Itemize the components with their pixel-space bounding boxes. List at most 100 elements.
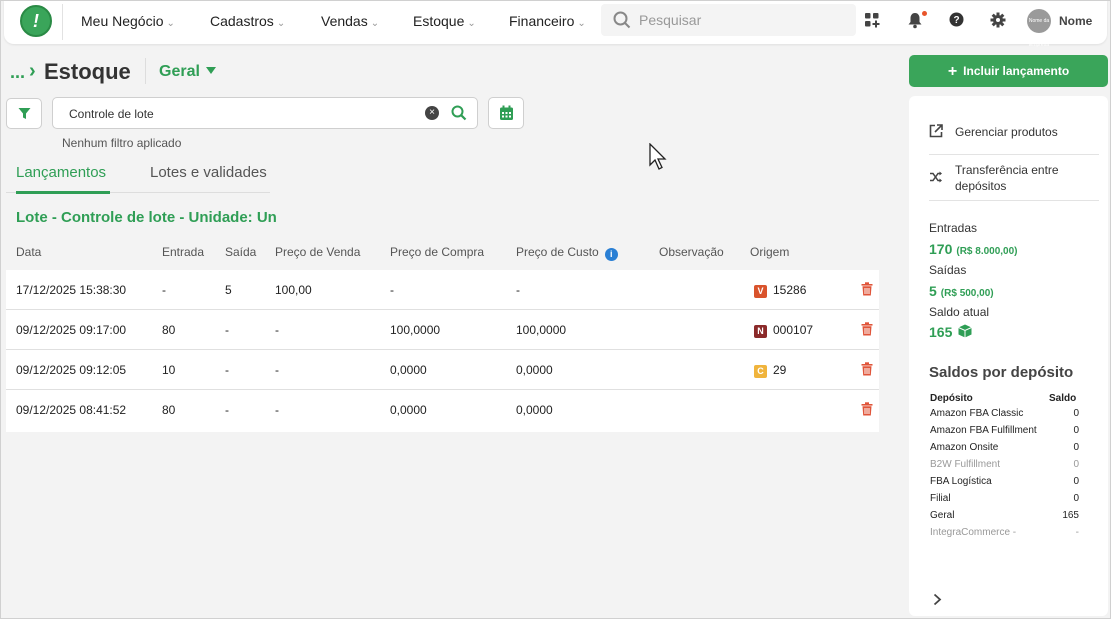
nav-item-label: Vendas xyxy=(321,13,368,29)
deposit-row: Geral 165 xyxy=(930,510,1079,521)
search-icon[interactable] xyxy=(451,105,467,121)
active-tab-indicator xyxy=(16,191,110,194)
saidas-label: Saídas xyxy=(929,263,967,277)
deposit-row: FBA Logística 0 xyxy=(930,476,1079,487)
deposit-name: Amazon FBA Classic xyxy=(930,408,1024,419)
external-link-icon xyxy=(929,124,943,138)
nav-item-estoque[interactable]: Estoque ⌄ xyxy=(413,13,476,29)
deposit-name: Geral xyxy=(930,510,955,521)
deposit-name: B2W Fulfillment xyxy=(930,459,1001,470)
calendar-icon xyxy=(500,105,513,120)
deposit-selector[interactable]: Geral xyxy=(159,63,216,81)
lancamentos-table: 17/12/2025 15:38:30 - 5 100,00 - - V 1528… xyxy=(6,270,879,432)
delete-trash-icon[interactable] xyxy=(861,282,873,296)
column-header-preco-compra: Preço de Compra xyxy=(390,245,485,259)
clear-search-icon[interactable]: × xyxy=(425,106,439,120)
panel-divider xyxy=(929,154,1099,155)
product-search-input[interactable] xyxy=(69,105,409,123)
cell-saida: - xyxy=(225,363,229,377)
chevron-down-icon: ⌄ xyxy=(166,18,175,29)
cell-preco-venda: 100,00 xyxy=(275,283,312,297)
settings-gear-icon[interactable] xyxy=(990,12,1006,28)
top-navbar: ! Meu Negócio ⌄ Cadastros ⌄ Vendas ⌄ Estoqu… xyxy=(4,0,1107,48)
entradas-value: 170 (R$ 8.000,00) xyxy=(929,241,1018,257)
deposit-saldo: 0 xyxy=(1073,459,1079,470)
cell-entrada: 80 xyxy=(162,403,176,417)
filter-funnel-icon xyxy=(18,108,31,119)
app-logo[interactable]: ! xyxy=(20,5,52,37)
nav-item-label: Estoque xyxy=(413,13,465,29)
deposit-saldo: 165 xyxy=(1062,510,1079,521)
svg-text:?: ? xyxy=(953,15,959,26)
saidas-value: 5 (R$ 500,00) xyxy=(929,283,994,299)
cell-preco-custo: 100,0000 xyxy=(516,323,567,337)
cell-saida: - xyxy=(225,323,229,337)
transferencia-depositos-label: Transferência entre depósitos xyxy=(955,163,1059,193)
tab-lancamentos[interactable]: Lançamentos xyxy=(16,164,106,181)
chevron-down-icon: ⌄ xyxy=(467,18,476,29)
cell-preco-custo: 0,0000 xyxy=(516,403,553,417)
deposit-row: Filial 0 xyxy=(930,493,1079,504)
delete-trash-icon[interactable] xyxy=(861,402,873,416)
chevron-down-icon: ⌄ xyxy=(276,18,286,29)
deposit-saldo: 0 xyxy=(1073,442,1079,453)
notifications-bell-icon[interactable] xyxy=(907,12,923,29)
cell-data: 17/12/2025 15:38:30 xyxy=(16,283,127,297)
deposit-name: FBA Logística xyxy=(930,476,992,487)
incluir-lancamento-button[interactable]: + Incluir lançamento xyxy=(909,55,1108,87)
box-cube-icon xyxy=(958,324,972,338)
user-avatar[interactable]: Nome da Empresa xyxy=(1027,9,1051,48)
table-row[interactable]: 17/12/2025 15:38:30 - 5 100,00 - - V 1528… xyxy=(6,270,879,310)
nav-item-financeiro[interactable]: Financeiro ⌄ xyxy=(509,13,586,29)
deposit-name: Amazon FBA Fulfillment xyxy=(930,425,1037,436)
origem-number[interactable]: 000107 xyxy=(773,323,813,337)
transferencia-depositos-link[interactable]: Transferência entre depósitos xyxy=(929,162,1099,194)
cell-data: 09/12/2025 09:12:05 xyxy=(16,363,127,377)
saldos-por-deposito-title: Saldos por depósito xyxy=(929,364,1074,381)
nav-divider xyxy=(62,4,63,40)
tab-lotes-validades[interactable]: Lotes e validades xyxy=(150,164,267,181)
global-search[interactable] xyxy=(601,4,856,36)
chevron-right-icon[interactable] xyxy=(933,593,942,606)
table-row[interactable]: 09/12/2025 09:17:00 80 - - 100,0000 100,… xyxy=(6,310,879,350)
gerenciar-produtos-link[interactable]: Gerenciar produtos xyxy=(929,124,1099,140)
global-search-input[interactable] xyxy=(639,10,839,30)
origem-compra-badge-icon: C xyxy=(754,365,767,378)
entradas-count: 170 xyxy=(929,241,953,257)
mouse-cursor-icon xyxy=(649,143,667,170)
shuffle-icon xyxy=(930,171,942,183)
cell-origem[interactable]: C 29 xyxy=(754,363,786,378)
saidas-count: 5 xyxy=(929,283,937,299)
nav-item-cadastros[interactable]: Cadastros ⌄ xyxy=(210,13,285,29)
nav-item-vendas[interactable]: Vendas ⌄ xyxy=(321,13,379,29)
column-header-observacao: Observação xyxy=(659,245,724,259)
title-divider xyxy=(145,58,146,84)
product-search-box[interactable]: × xyxy=(52,97,478,129)
cell-entrada: 10 xyxy=(162,363,176,377)
breadcrumb-ellipsis[interactable]: ... xyxy=(10,62,25,83)
panel-divider xyxy=(929,200,1099,201)
cell-origem[interactable]: N 000107 xyxy=(754,323,813,338)
date-filter-button[interactable] xyxy=(488,97,524,129)
delete-trash-icon[interactable] xyxy=(861,362,873,376)
filter-button[interactable] xyxy=(6,98,42,129)
column-header-entrada: Entrada xyxy=(162,245,205,259)
cell-entrada: - xyxy=(162,283,166,297)
apps-plus-icon[interactable] xyxy=(864,12,880,28)
notification-dot xyxy=(922,11,927,16)
nav-item-meu-negocio[interactable]: Meu Negócio ⌄ xyxy=(81,13,175,29)
deposit-saldo: 0 xyxy=(1073,425,1079,436)
cell-origem[interactable]: V 15286 xyxy=(754,283,806,298)
delete-trash-icon[interactable] xyxy=(861,322,873,336)
nav-item-label: Cadastros xyxy=(210,13,274,29)
origem-number[interactable]: 15286 xyxy=(773,283,806,297)
origem-number[interactable]: 29 xyxy=(773,363,786,377)
deposit-row: Amazon FBA Classic 0 xyxy=(930,408,1079,419)
cell-saida: 5 xyxy=(225,283,232,297)
table-row[interactable]: 09/12/2025 08:41:52 80 - - 0,0000 0,0000 xyxy=(6,390,879,430)
table-row[interactable]: 09/12/2025 09:12:05 10 - - 0,0000 0,0000… xyxy=(6,350,879,390)
info-icon[interactable]: i xyxy=(604,248,618,261)
help-icon[interactable]: ? xyxy=(949,12,964,27)
cell-data: 09/12/2025 09:17:00 xyxy=(16,323,127,337)
user-name[interactable]: Nome xyxy=(1059,14,1092,28)
